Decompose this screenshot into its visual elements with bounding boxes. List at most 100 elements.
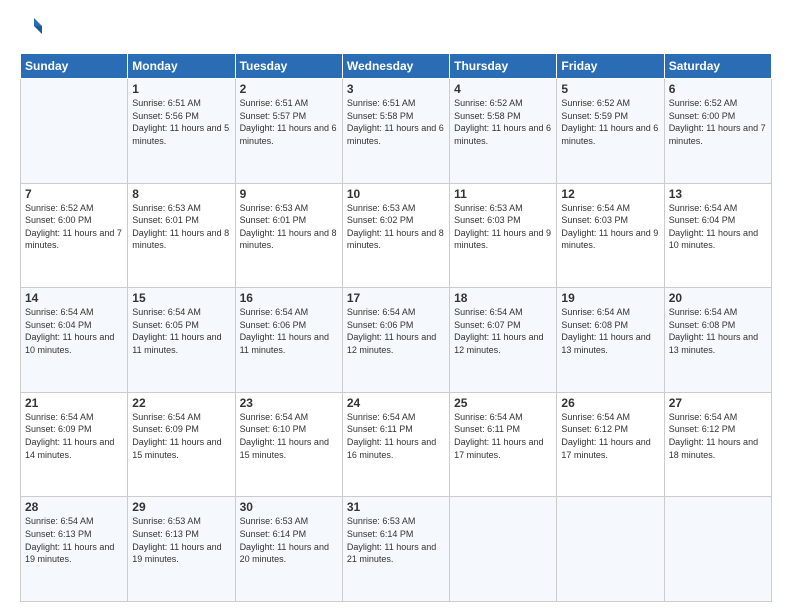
day-info: Sunrise: 6:54 AMSunset: 6:04 PMDaylight:… (669, 203, 758, 251)
day-info: Sunrise: 6:52 AMSunset: 5:58 PMDaylight:… (454, 98, 551, 146)
day-info: Sunrise: 6:53 AMSunset: 6:14 PMDaylight:… (240, 516, 329, 564)
weekday-header-thursday: Thursday (450, 54, 557, 79)
day-info: Sunrise: 6:53 AMSunset: 6:14 PMDaylight:… (347, 516, 436, 564)
calendar-cell: 15 Sunrise: 6:54 AMSunset: 6:05 PMDaylig… (128, 288, 235, 393)
calendar-cell: 8 Sunrise: 6:53 AMSunset: 6:01 PMDayligh… (128, 183, 235, 288)
day-number: 11 (454, 187, 552, 201)
calendar-cell (450, 497, 557, 602)
day-number: 18 (454, 291, 552, 305)
week-row-4: 21 Sunrise: 6:54 AMSunset: 6:09 PMDaylig… (21, 392, 772, 497)
day-number: 26 (561, 396, 659, 410)
week-row-5: 28 Sunrise: 6:54 AMSunset: 6:13 PMDaylig… (21, 497, 772, 602)
day-number: 10 (347, 187, 445, 201)
day-number: 23 (240, 396, 338, 410)
week-row-1: 1 Sunrise: 6:51 AMSunset: 5:56 PMDayligh… (21, 79, 772, 184)
day-number: 17 (347, 291, 445, 305)
calendar-cell: 27 Sunrise: 6:54 AMSunset: 6:12 PMDaylig… (664, 392, 771, 497)
day-info: Sunrise: 6:54 AMSunset: 6:12 PMDaylight:… (669, 412, 758, 460)
calendar-cell: 4 Sunrise: 6:52 AMSunset: 5:58 PMDayligh… (450, 79, 557, 184)
header (20, 16, 772, 43)
calendar-cell: 7 Sunrise: 6:52 AMSunset: 6:00 PMDayligh… (21, 183, 128, 288)
calendar-cell: 18 Sunrise: 6:54 AMSunset: 6:07 PMDaylig… (450, 288, 557, 393)
day-number: 31 (347, 500, 445, 514)
day-info: Sunrise: 6:52 AMSunset: 6:00 PMDaylight:… (669, 98, 766, 146)
day-number: 3 (347, 82, 445, 96)
logo-icon (20, 16, 42, 38)
calendar-cell (21, 79, 128, 184)
calendar-cell (664, 497, 771, 602)
week-row-3: 14 Sunrise: 6:54 AMSunset: 6:04 PMDaylig… (21, 288, 772, 393)
day-number: 13 (669, 187, 767, 201)
day-number: 6 (669, 82, 767, 96)
weekday-header-row: SundayMondayTuesdayWednesdayThursdayFrid… (21, 54, 772, 79)
day-number: 8 (132, 187, 230, 201)
calendar-cell: 26 Sunrise: 6:54 AMSunset: 6:12 PMDaylig… (557, 392, 664, 497)
day-info: Sunrise: 6:51 AMSunset: 5:58 PMDaylight:… (347, 98, 444, 146)
calendar-cell: 16 Sunrise: 6:54 AMSunset: 6:06 PMDaylig… (235, 288, 342, 393)
calendar-cell: 6 Sunrise: 6:52 AMSunset: 6:00 PMDayligh… (664, 79, 771, 184)
calendar-cell: 22 Sunrise: 6:54 AMSunset: 6:09 PMDaylig… (128, 392, 235, 497)
day-number: 12 (561, 187, 659, 201)
day-info: Sunrise: 6:54 AMSunset: 6:06 PMDaylight:… (240, 307, 329, 355)
day-number: 9 (240, 187, 338, 201)
day-info: Sunrise: 6:51 AMSunset: 5:56 PMDaylight:… (132, 98, 229, 146)
day-info: Sunrise: 6:54 AMSunset: 6:07 PMDaylight:… (454, 307, 543, 355)
calendar-cell: 9 Sunrise: 6:53 AMSunset: 6:01 PMDayligh… (235, 183, 342, 288)
day-number: 14 (25, 291, 123, 305)
calendar-cell: 29 Sunrise: 6:53 AMSunset: 6:13 PMDaylig… (128, 497, 235, 602)
day-info: Sunrise: 6:52 AMSunset: 6:00 PMDaylight:… (25, 203, 122, 251)
day-number: 29 (132, 500, 230, 514)
page: SundayMondayTuesdayWednesdayThursdayFrid… (0, 0, 792, 612)
calendar-cell: 23 Sunrise: 6:54 AMSunset: 6:10 PMDaylig… (235, 392, 342, 497)
day-number: 21 (25, 396, 123, 410)
day-info: Sunrise: 6:54 AMSunset: 6:09 PMDaylight:… (132, 412, 221, 460)
day-number: 1 (132, 82, 230, 96)
calendar-cell: 30 Sunrise: 6:53 AMSunset: 6:14 PMDaylig… (235, 497, 342, 602)
day-info: Sunrise: 6:54 AMSunset: 6:08 PMDaylight:… (561, 307, 650, 355)
day-number: 24 (347, 396, 445, 410)
calendar-cell: 17 Sunrise: 6:54 AMSunset: 6:06 PMDaylig… (342, 288, 449, 393)
calendar-cell: 10 Sunrise: 6:53 AMSunset: 6:02 PMDaylig… (342, 183, 449, 288)
weekday-header-monday: Monday (128, 54, 235, 79)
day-number: 27 (669, 396, 767, 410)
day-number: 4 (454, 82, 552, 96)
day-number: 16 (240, 291, 338, 305)
day-number: 15 (132, 291, 230, 305)
day-info: Sunrise: 6:54 AMSunset: 6:11 PMDaylight:… (454, 412, 543, 460)
calendar-cell: 2 Sunrise: 6:51 AMSunset: 5:57 PMDayligh… (235, 79, 342, 184)
weekday-header-tuesday: Tuesday (235, 54, 342, 79)
day-info: Sunrise: 6:54 AMSunset: 6:12 PMDaylight:… (561, 412, 650, 460)
weekday-header-saturday: Saturday (664, 54, 771, 79)
day-number: 30 (240, 500, 338, 514)
calendar-cell: 28 Sunrise: 6:54 AMSunset: 6:13 PMDaylig… (21, 497, 128, 602)
day-number: 5 (561, 82, 659, 96)
day-number: 22 (132, 396, 230, 410)
weekday-header-wednesday: Wednesday (342, 54, 449, 79)
day-info: Sunrise: 6:52 AMSunset: 5:59 PMDaylight:… (561, 98, 658, 146)
day-info: Sunrise: 6:54 AMSunset: 6:05 PMDaylight:… (132, 307, 221, 355)
day-number: 19 (561, 291, 659, 305)
day-info: Sunrise: 6:54 AMSunset: 6:08 PMDaylight:… (669, 307, 758, 355)
weekday-header-friday: Friday (557, 54, 664, 79)
day-info: Sunrise: 6:53 AMSunset: 6:03 PMDaylight:… (454, 203, 551, 251)
day-number: 28 (25, 500, 123, 514)
calendar-cell: 31 Sunrise: 6:53 AMSunset: 6:14 PMDaylig… (342, 497, 449, 602)
day-number: 7 (25, 187, 123, 201)
calendar-cell: 24 Sunrise: 6:54 AMSunset: 6:11 PMDaylig… (342, 392, 449, 497)
weekday-header-sunday: Sunday (21, 54, 128, 79)
day-info: Sunrise: 6:54 AMSunset: 6:03 PMDaylight:… (561, 203, 658, 251)
calendar-cell (557, 497, 664, 602)
calendar-cell: 13 Sunrise: 6:54 AMSunset: 6:04 PMDaylig… (664, 183, 771, 288)
calendar-cell: 1 Sunrise: 6:51 AMSunset: 5:56 PMDayligh… (128, 79, 235, 184)
day-number: 20 (669, 291, 767, 305)
day-info: Sunrise: 6:51 AMSunset: 5:57 PMDaylight:… (240, 98, 337, 146)
day-info: Sunrise: 6:54 AMSunset: 6:11 PMDaylight:… (347, 412, 436, 460)
day-info: Sunrise: 6:53 AMSunset: 6:02 PMDaylight:… (347, 203, 444, 251)
calendar-cell: 19 Sunrise: 6:54 AMSunset: 6:08 PMDaylig… (557, 288, 664, 393)
calendar-cell: 25 Sunrise: 6:54 AMSunset: 6:11 PMDaylig… (450, 392, 557, 497)
calendar-cell: 20 Sunrise: 6:54 AMSunset: 6:08 PMDaylig… (664, 288, 771, 393)
day-info: Sunrise: 6:54 AMSunset: 6:10 PMDaylight:… (240, 412, 329, 460)
calendar-cell: 21 Sunrise: 6:54 AMSunset: 6:09 PMDaylig… (21, 392, 128, 497)
day-info: Sunrise: 6:53 AMSunset: 6:01 PMDaylight:… (132, 203, 229, 251)
calendar-cell: 3 Sunrise: 6:51 AMSunset: 5:58 PMDayligh… (342, 79, 449, 184)
